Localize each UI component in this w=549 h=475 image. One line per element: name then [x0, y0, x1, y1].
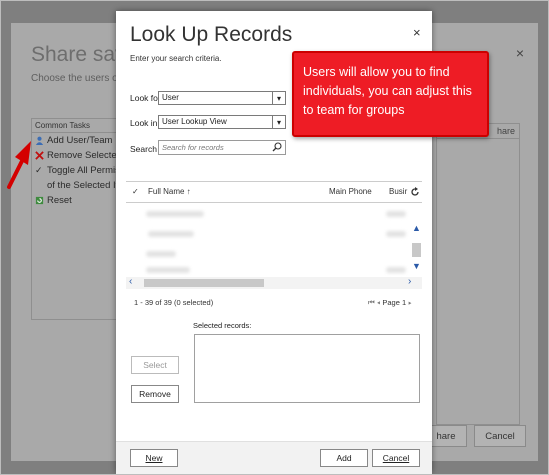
search-input[interactable]: Search for records: [158, 140, 286, 155]
select-all-checkbox[interactable]: ✓: [132, 187, 139, 196]
look-for-value: User: [162, 93, 179, 102]
table-row[interactable]: [126, 243, 410, 263]
selected-records-label: Selected records:: [193, 321, 252, 330]
pager: ⏮ ◂ Page 1 ▸: [368, 298, 412, 308]
refresh-icon[interactable]: [410, 187, 420, 197]
new-button[interactable]: New: [130, 449, 178, 467]
scroll-up-icon[interactable]: ▲: [412, 223, 421, 233]
results-rows: [126, 203, 410, 277]
next-page-icon[interactable]: ▸: [408, 298, 411, 307]
dialog-title: Look Up Records: [130, 23, 293, 46]
table-row[interactable]: [126, 261, 410, 277]
look-for-select[interactable]: User ▾: [158, 91, 286, 105]
add-button[interactable]: Add: [320, 449, 368, 467]
dialog-subtitle: Enter your search criteria.: [130, 54, 222, 63]
search-label: Search: [130, 144, 157, 154]
close-icon[interactable]: ×: [413, 25, 421, 40]
look-in-value: User Lookup View: [162, 117, 227, 126]
first-page-icon[interactable]: ⏮: [368, 298, 375, 307]
select-button[interactable]: Select: [131, 356, 179, 374]
chevron-down-icon: ▾: [272, 92, 285, 104]
look-in-select[interactable]: User Lookup View ▾: [158, 115, 286, 129]
look-for-label: Look for: [130, 93, 161, 103]
main-phone-column-header[interactable]: Main Phone: [329, 187, 372, 196]
selected-records-list[interactable]: [194, 334, 420, 403]
scroll-down-icon[interactable]: ▼: [412, 261, 421, 271]
callout-text: Users will allow you to find individuals…: [303, 65, 472, 117]
dialog-footer: New Add Cancel: [116, 441, 432, 474]
business-column-header[interactable]: Busir: [389, 187, 407, 196]
scroll-left-icon[interactable]: ‹: [129, 276, 132, 287]
chevron-down-icon: ▾: [272, 116, 285, 128]
vertical-scrollbar[interactable]: ▲ ▼: [410, 203, 424, 277]
scroll-thumb[interactable]: [412, 243, 421, 257]
horizontal-scroll-thumb[interactable]: [144, 279, 264, 287]
full-name-column-header[interactable]: Full Name ↑: [148, 187, 191, 196]
previous-page-icon[interactable]: ◂: [377, 298, 380, 307]
search-placeholder: Search for records: [162, 143, 224, 152]
results-grid-header: ✓ Full Name ↑ Main Phone Busir: [126, 181, 422, 203]
cancel-button[interactable]: Cancel: [372, 449, 420, 467]
remove-button[interactable]: Remove: [131, 385, 179, 403]
table-row[interactable]: [126, 223, 410, 243]
record-count-status: 1 - 39 of 39 (0 selected): [134, 298, 214, 307]
horizontal-scrollbar[interactable]: ‹ ›: [126, 276, 422, 289]
search-icon[interactable]: [272, 142, 282, 152]
look-in-label: Look in: [130, 118, 158, 128]
page-number: Page 1: [382, 298, 407, 307]
callout-annotation: Users will allow you to find individuals…: [292, 51, 489, 137]
table-row[interactable]: [126, 203, 410, 223]
scroll-right-icon[interactable]: ›: [408, 276, 411, 287]
screenshot-frame: Share saved Choose the users or team × C…: [0, 0, 549, 475]
